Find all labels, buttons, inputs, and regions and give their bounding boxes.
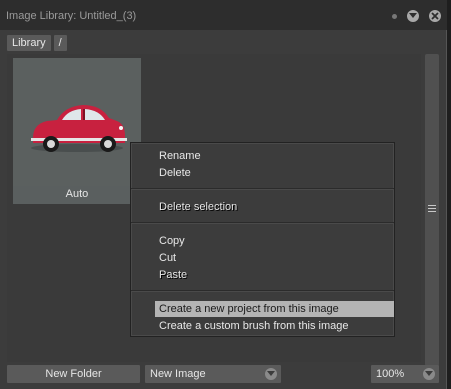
chevron-down-icon	[265, 368, 277, 380]
dot-icon[interactable]	[392, 14, 397, 19]
breadcrumb-library[interactable]: Library	[7, 35, 51, 51]
menu-item-new-project[interactable]: Create a new project from this image	[155, 301, 394, 317]
red-car-image	[13, 58, 141, 186]
menu-item-delete[interactable]: Delete	[155, 165, 394, 181]
menu-separator	[131, 290, 394, 292]
new-folder-button[interactable]: New Folder	[7, 365, 140, 383]
vertical-scrollbar[interactable]	[425, 54, 439, 366]
breadcrumb-root[interactable]: /	[53, 35, 67, 51]
thumbnail-label: Auto	[65, 188, 89, 200]
breadcrumb: Library /	[7, 35, 67, 51]
chevron-down-icon	[423, 368, 435, 380]
menu-item-paste[interactable]: Paste	[155, 267, 394, 283]
menu-item-delete-selection[interactable]: Delete selection	[155, 199, 394, 215]
menu-separator	[131, 222, 394, 224]
menu-item-custom-brush[interactable]: Create a custom brush from this image	[155, 318, 394, 334]
window-title: Image Library: Untitled_(3)	[6, 10, 137, 22]
menu-item-cut[interactable]: Cut	[155, 250, 394, 266]
close-icon[interactable]	[429, 10, 441, 22]
menu-item-rename[interactable]: Rename	[155, 148, 394, 164]
menu-separator	[131, 188, 394, 190]
title-bar[interactable]: Image Library: Untitled_(3)	[0, 0, 447, 30]
zoom-value: 100%	[376, 368, 405, 380]
chevron-down-icon[interactable]	[407, 10, 419, 22]
grip-icon[interactable]	[428, 205, 436, 213]
new-image-label: New Image	[150, 368, 206, 380]
image-library-window: Image Library: Untitled_(3) Library / Au…	[0, 0, 447, 389]
menu-item-copy[interactable]: Copy	[155, 233, 394, 249]
context-menu: Rename Delete Delete selection Copy Cut …	[130, 142, 395, 337]
image-thumbnail-auto[interactable]: Auto	[13, 58, 141, 204]
zoom-dropdown[interactable]: 100%	[371, 365, 439, 383]
new-image-dropdown[interactable]: New Image	[145, 365, 281, 383]
